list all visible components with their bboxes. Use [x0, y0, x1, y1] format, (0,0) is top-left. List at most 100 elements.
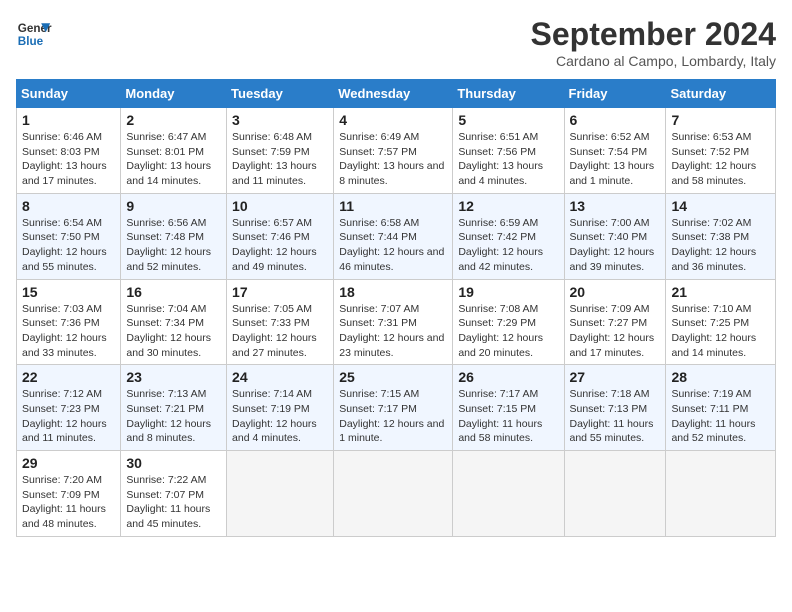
sunrise-label: Sunrise: 6:57 AM: [232, 217, 312, 229]
sunrise-label: Sunrise: 6:56 AM: [126, 217, 206, 229]
sunset-label: Sunset: 7:46 PM: [232, 231, 310, 243]
sunset-label: Sunset: 7:52 PM: [671, 146, 749, 158]
sunset-label: Sunset: 7:31 PM: [339, 317, 417, 329]
day-number: 20: [570, 284, 661, 300]
calendar-cell: 15 Sunrise: 7:03 AM Sunset: 7:36 PM Dayl…: [17, 279, 121, 365]
sunrise-label: Sunrise: 7:18 AM: [570, 388, 650, 400]
day-number: 14: [671, 198, 770, 214]
sunset-label: Sunset: 7:11 PM: [671, 403, 748, 415]
sunrise-label: Sunrise: 6:48 AM: [232, 131, 312, 143]
day-number: 16: [126, 284, 221, 300]
calendar-cell: 17 Sunrise: 7:05 AM Sunset: 7:33 PM Dayl…: [227, 279, 334, 365]
daylight-label: Daylight: 12 hours and 4 minutes.: [232, 418, 317, 445]
calendar-cell: 13 Sunrise: 7:00 AM Sunset: 7:40 PM Dayl…: [564, 193, 666, 279]
day-number: 13: [570, 198, 661, 214]
day-info: Sunrise: 6:48 AM Sunset: 7:59 PM Dayligh…: [232, 130, 328, 189]
day-number: 21: [671, 284, 770, 300]
weekday-header-cell: Saturday: [666, 80, 776, 108]
day-number: 1: [22, 112, 115, 128]
daylight-label: Daylight: 11 hours and 55 minutes.: [570, 418, 654, 445]
daylight-label: Daylight: 12 hours and 14 minutes.: [671, 332, 756, 359]
sunset-label: Sunset: 7:34 PM: [126, 317, 204, 329]
daylight-label: Daylight: 13 hours and 11 minutes.: [232, 160, 317, 187]
calendar-cell: 2 Sunrise: 6:47 AM Sunset: 8:01 PM Dayli…: [121, 108, 227, 194]
day-number: 7: [671, 112, 770, 128]
calendar-cell: 25 Sunrise: 7:15 AM Sunset: 7:17 PM Dayl…: [334, 365, 453, 451]
calendar-body: 1 Sunrise: 6:46 AM Sunset: 8:03 PM Dayli…: [17, 108, 776, 537]
sunrise-label: Sunrise: 7:07 AM: [339, 303, 419, 315]
daylight-label: Daylight: 12 hours and 33 minutes.: [22, 332, 107, 359]
day-info: Sunrise: 7:07 AM Sunset: 7:31 PM Dayligh…: [339, 302, 447, 361]
day-info: Sunrise: 7:10 AM Sunset: 7:25 PM Dayligh…: [671, 302, 770, 361]
day-info: Sunrise: 7:15 AM Sunset: 7:17 PM Dayligh…: [339, 387, 447, 446]
day-number: 9: [126, 198, 221, 214]
sunset-label: Sunset: 7:59 PM: [232, 146, 310, 158]
daylight-label: Daylight: 12 hours and 36 minutes.: [671, 246, 756, 273]
calendar-week-row: 29 Sunrise: 7:20 AM Sunset: 7:09 PM Dayl…: [17, 451, 776, 537]
sunrise-label: Sunrise: 6:49 AM: [339, 131, 419, 143]
calendar-week-row: 1 Sunrise: 6:46 AM Sunset: 8:03 PM Dayli…: [17, 108, 776, 194]
sunrise-label: Sunrise: 7:13 AM: [126, 388, 206, 400]
day-number: 25: [339, 369, 447, 385]
day-info: Sunrise: 6:56 AM Sunset: 7:48 PM Dayligh…: [126, 216, 221, 275]
sunset-label: Sunset: 7:50 PM: [22, 231, 100, 243]
sunset-label: Sunset: 7:33 PM: [232, 317, 310, 329]
sunrise-label: Sunrise: 7:00 AM: [570, 217, 650, 229]
sunrise-label: Sunrise: 7:20 AM: [22, 474, 102, 486]
sunrise-label: Sunrise: 7:14 AM: [232, 388, 312, 400]
daylight-label: Daylight: 11 hours and 45 minutes.: [126, 503, 210, 530]
sunset-label: Sunset: 7:15 PM: [458, 403, 536, 415]
day-number: 30: [126, 455, 221, 471]
calendar-cell: 24 Sunrise: 7:14 AM Sunset: 7:19 PM Dayl…: [227, 365, 334, 451]
day-number: 15: [22, 284, 115, 300]
calendar-cell: 28 Sunrise: 7:19 AM Sunset: 7:11 PM Dayl…: [666, 365, 776, 451]
day-info: Sunrise: 7:17 AM Sunset: 7:15 PM Dayligh…: [458, 387, 558, 446]
day-number: 22: [22, 369, 115, 385]
daylight-label: Daylight: 11 hours and 58 minutes.: [458, 418, 542, 445]
day-info: Sunrise: 7:14 AM Sunset: 7:19 PM Dayligh…: [232, 387, 328, 446]
sunset-label: Sunset: 7:19 PM: [232, 403, 310, 415]
sunrise-label: Sunrise: 7:05 AM: [232, 303, 312, 315]
sunset-label: Sunset: 8:03 PM: [22, 146, 100, 158]
day-info: Sunrise: 7:12 AM Sunset: 7:23 PM Dayligh…: [22, 387, 115, 446]
calendar-cell: [453, 451, 564, 537]
day-info: Sunrise: 6:59 AM Sunset: 7:42 PM Dayligh…: [458, 216, 558, 275]
daylight-label: Daylight: 13 hours and 14 minutes.: [126, 160, 211, 187]
daylight-label: Daylight: 12 hours and 39 minutes.: [570, 246, 655, 273]
sunrise-label: Sunrise: 7:22 AM: [126, 474, 206, 486]
page-title: September 2024: [531, 16, 776, 53]
sunrise-label: Sunrise: 7:17 AM: [458, 388, 538, 400]
weekday-header-cell: Tuesday: [227, 80, 334, 108]
sunrise-label: Sunrise: 6:58 AM: [339, 217, 419, 229]
calendar-cell: [564, 451, 666, 537]
day-info: Sunrise: 7:00 AM Sunset: 7:40 PM Dayligh…: [570, 216, 661, 275]
sunrise-label: Sunrise: 6:59 AM: [458, 217, 538, 229]
calendar-week-row: 8 Sunrise: 6:54 AM Sunset: 7:50 PM Dayli…: [17, 193, 776, 279]
daylight-label: Daylight: 12 hours and 46 minutes.: [339, 246, 444, 273]
sunset-label: Sunset: 7:29 PM: [458, 317, 536, 329]
calendar-cell: 11 Sunrise: 6:58 AM Sunset: 7:44 PM Dayl…: [334, 193, 453, 279]
calendar-cell: 4 Sunrise: 6:49 AM Sunset: 7:57 PM Dayli…: [334, 108, 453, 194]
sunset-label: Sunset: 7:48 PM: [126, 231, 204, 243]
sunset-label: Sunset: 7:57 PM: [339, 146, 417, 158]
sunrise-label: Sunrise: 7:09 AM: [570, 303, 650, 315]
day-number: 28: [671, 369, 770, 385]
logo: General Blue: [16, 16, 52, 52]
day-number: 6: [570, 112, 661, 128]
day-info: Sunrise: 6:53 AM Sunset: 7:52 PM Dayligh…: [671, 130, 770, 189]
page-subtitle: Cardano al Campo, Lombardy, Italy: [531, 53, 776, 69]
weekday-header-cell: Monday: [121, 80, 227, 108]
calendar-week-row: 15 Sunrise: 7:03 AM Sunset: 7:36 PM Dayl…: [17, 279, 776, 365]
calendar-cell: [334, 451, 453, 537]
daylight-label: Daylight: 12 hours and 42 minutes.: [458, 246, 543, 273]
day-info: Sunrise: 7:19 AM Sunset: 7:11 PM Dayligh…: [671, 387, 770, 446]
svg-text:Blue: Blue: [18, 35, 44, 48]
daylight-label: Daylight: 13 hours and 1 minute.: [570, 160, 655, 187]
daylight-label: Daylight: 12 hours and 52 minutes.: [126, 246, 211, 273]
calendar-cell: 10 Sunrise: 6:57 AM Sunset: 7:46 PM Dayl…: [227, 193, 334, 279]
weekday-header-cell: Thursday: [453, 80, 564, 108]
sunrise-label: Sunrise: 7:02 AM: [671, 217, 751, 229]
day-number: 24: [232, 369, 328, 385]
day-info: Sunrise: 7:09 AM Sunset: 7:27 PM Dayligh…: [570, 302, 661, 361]
day-number: 27: [570, 369, 661, 385]
